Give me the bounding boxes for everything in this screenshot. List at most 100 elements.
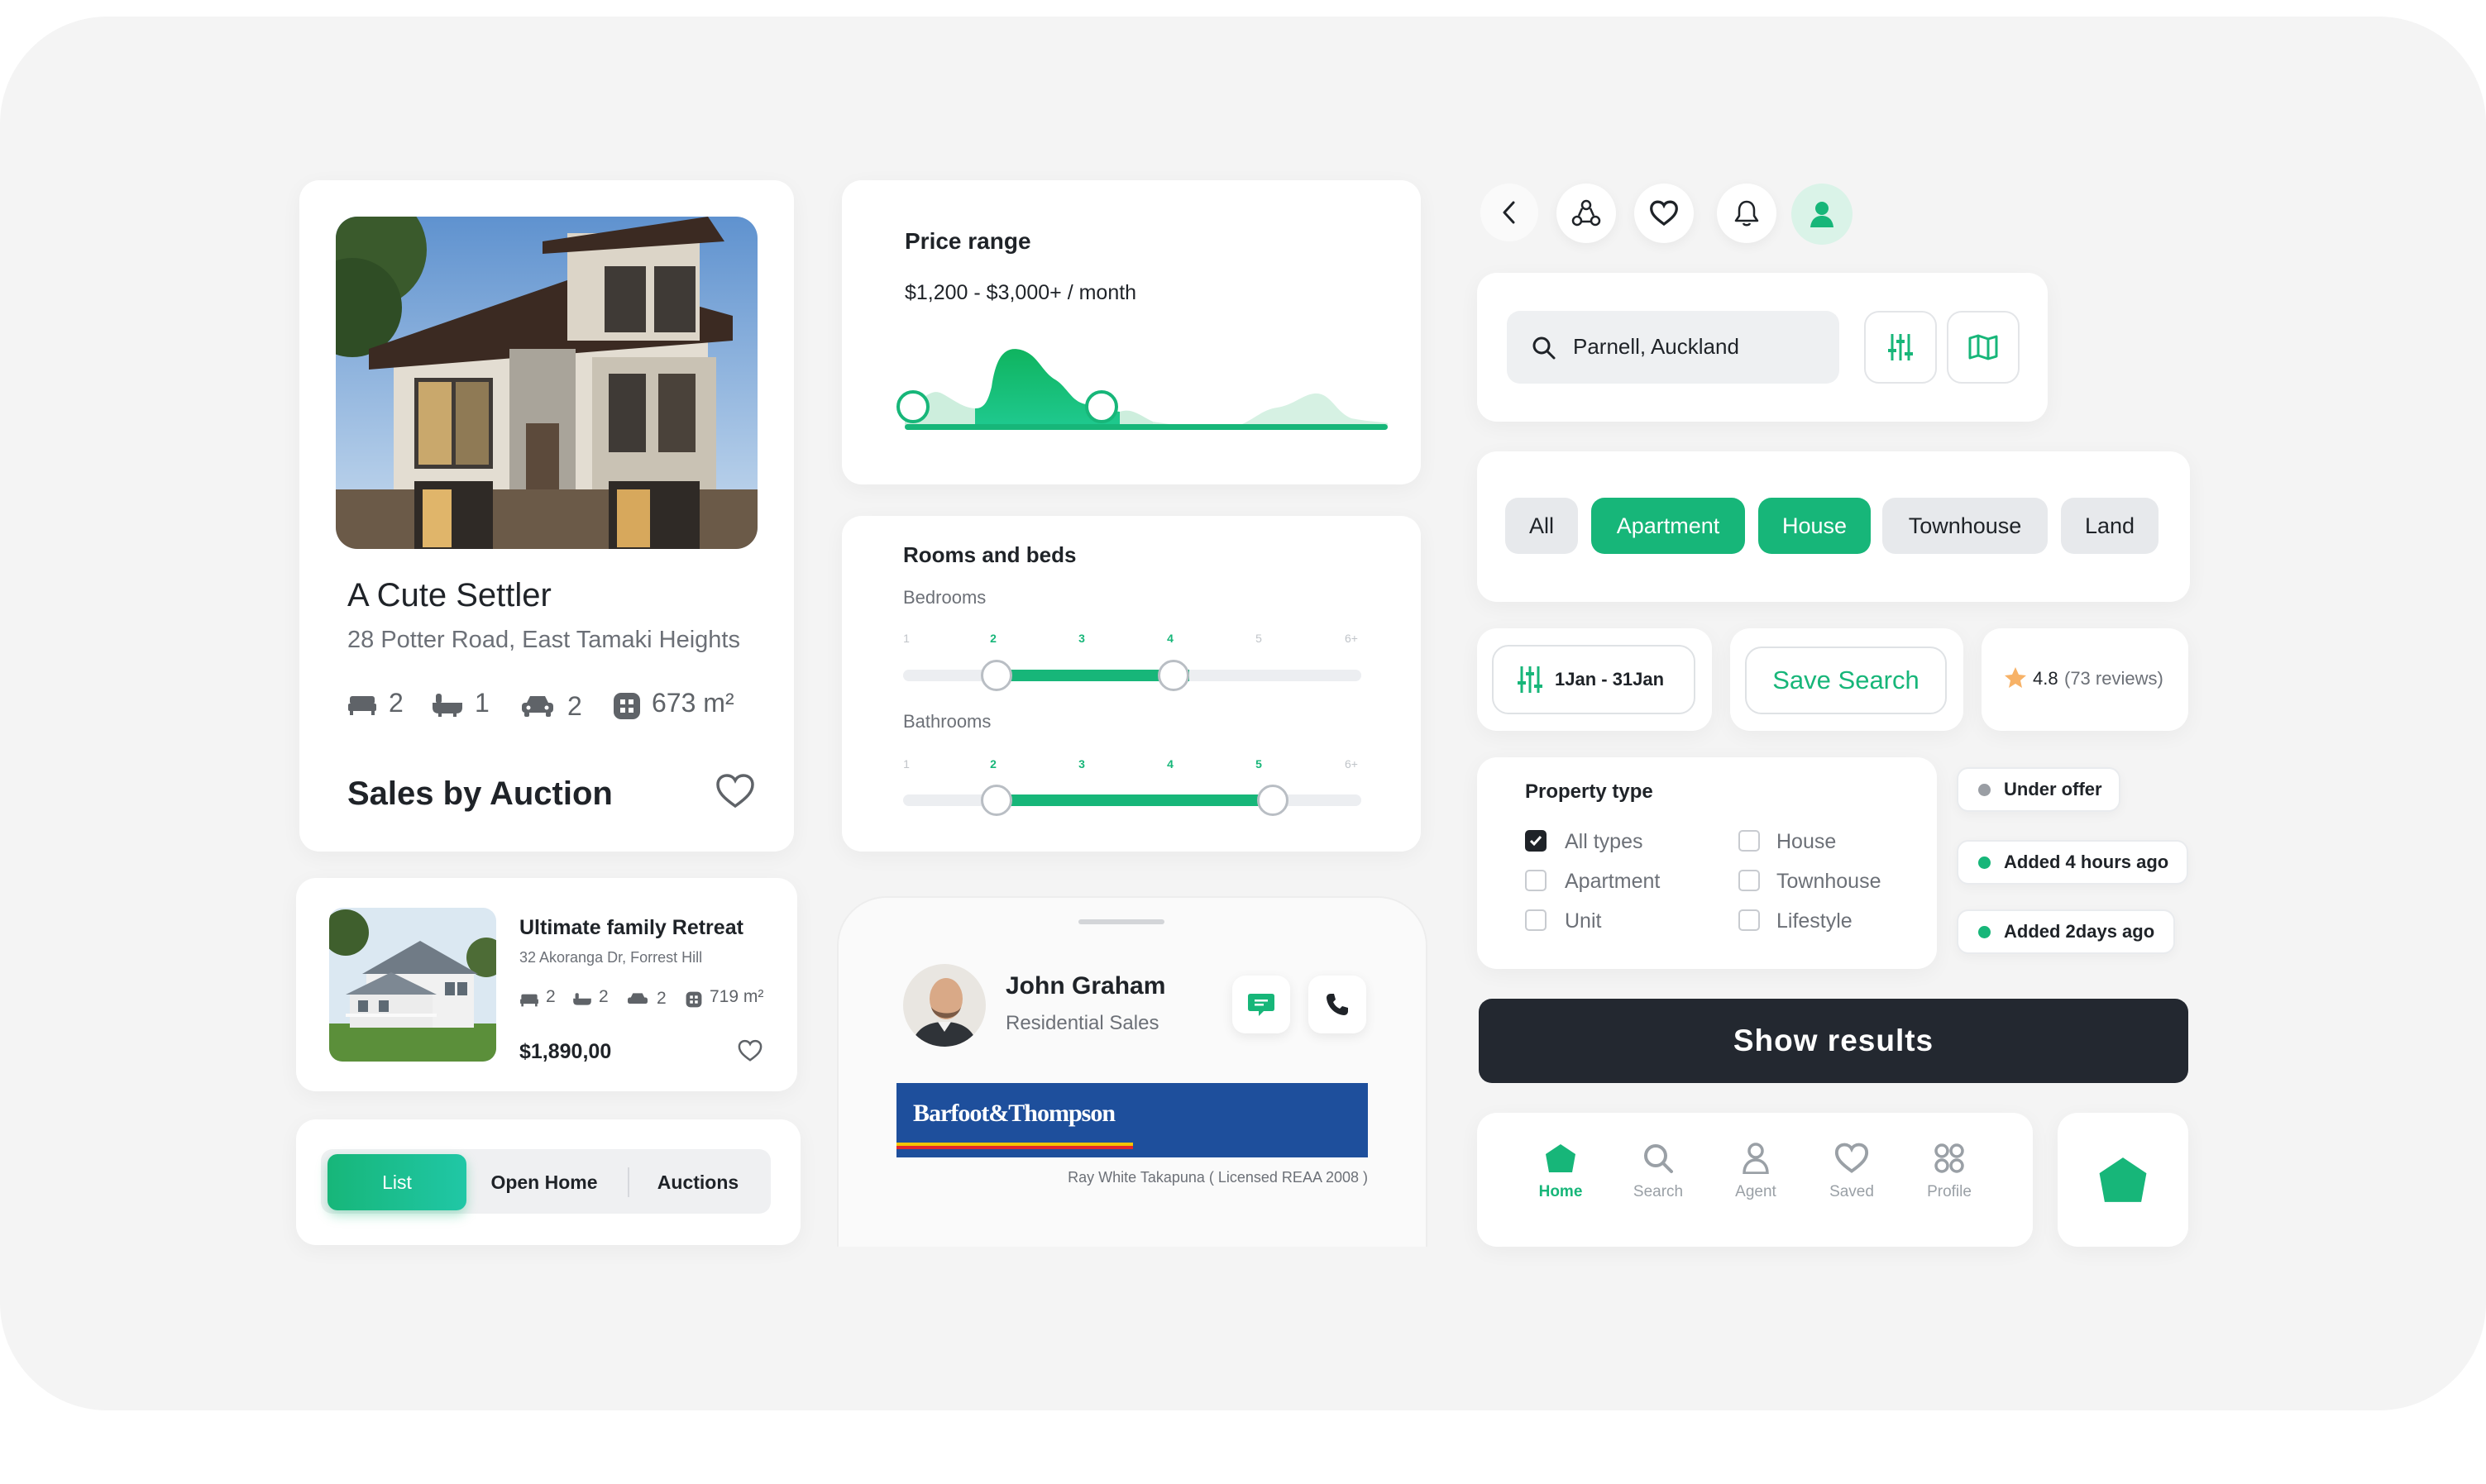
bed-count: 2 (389, 688, 404, 718)
nav-search-label: Search (1633, 1183, 1684, 1200)
chip-house[interactable]: House (1758, 498, 1871, 554)
chip-apartment-label: Apartment (1616, 513, 1720, 538)
brand-logo: Barfoot&Thompson (913, 1100, 1116, 1127)
status-label: Under offer (2004, 779, 2102, 799)
search-input[interactable]: Parnell, Auckland (1507, 311, 1839, 384)
tab-list[interactable]: List (327, 1154, 466, 1210)
home-icon (1546, 1144, 1575, 1172)
filters-button[interactable] (1864, 311, 1937, 384)
search-card: Parnell, Auckland (1477, 273, 2048, 422)
back-button[interactable] (1480, 184, 1538, 241)
chip-all-label: All (1528, 513, 1554, 538)
chip-townhouse[interactable]: Townhouse (1882, 498, 2048, 554)
price-min-handle[interactable] (896, 390, 930, 423)
nav-home[interactable]: Home (1523, 1143, 1598, 1201)
sale-method: Sales by Auction (347, 775, 613, 812)
map-view-button[interactable] (1947, 311, 2020, 384)
checkbox-house[interactable] (1738, 830, 1760, 852)
chip-land[interactable]: Land (2061, 498, 2159, 554)
tab-divider (628, 1167, 629, 1197)
checkbox-apartment-label: Apartment (1565, 870, 1661, 893)
nav-home-label: Home (1538, 1183, 1583, 1200)
listing-photo (336, 217, 758, 549)
tab-auctions[interactable]: Auctions (630, 1154, 766, 1210)
property-type-card: Property type All types House Apartment … (1477, 757, 1937, 969)
listing-small-address: 32 Akoranga Dr, Forrest Hill (519, 949, 703, 966)
status-dot (1978, 925, 1991, 938)
nav-agent[interactable]: Agent (1719, 1143, 1793, 1201)
bathrooms-min-handle[interactable] (981, 785, 1012, 816)
bedrooms-min-handle[interactable] (981, 660, 1012, 691)
checkbox-lifestyle-label: Lifestyle (1776, 909, 1853, 933)
rating-score: 4.8 (2033, 668, 2058, 689)
bathrooms-selected-range (997, 794, 1275, 806)
tab-auctions-label: Auctions (657, 1171, 739, 1193)
listing-card-small[interactable]: Ultimate family Retreat 32 Akoranga Dr, … (296, 878, 797, 1091)
checkbox-townhouse[interactable] (1738, 870, 1760, 891)
profile-button[interactable] (1791, 184, 1853, 245)
area-value: 719 m² (710, 987, 764, 1006)
chip-all[interactable]: All (1505, 498, 1578, 554)
bed-icon (519, 990, 539, 1009)
message-button[interactable] (1232, 976, 1290, 1033)
listing-title: A Cute Settler (347, 577, 552, 613)
checkbox-lifestyle[interactable] (1738, 909, 1760, 931)
save-search-card: Save Search (1730, 628, 1963, 731)
notifications-button[interactable] (1717, 184, 1776, 243)
bathroom-tick: 5 (1255, 757, 1262, 771)
bathroom-tick: 4 (1167, 757, 1174, 771)
favorite-button[interactable] (1634, 184, 1694, 243)
listing-small-title: Ultimate family Retreat (519, 916, 743, 939)
bedroom-tick: 3 (1078, 632, 1085, 645)
tab-list-label: List (382, 1171, 412, 1193)
bedrooms-label: Bedrooms (903, 587, 987, 608)
agency-license: Ray White Takapuna ( Licensed REAA 2008 … (1068, 1169, 1368, 1186)
date-filter-button[interactable]: 1Jan - 31Jan (1492, 645, 1695, 714)
nav-profile[interactable]: Profile (1912, 1143, 1986, 1201)
call-button[interactable] (1308, 976, 1366, 1033)
type-chips-card: All Apartment House Townhouse Land (1477, 451, 2190, 602)
share-icon (1571, 199, 1601, 227)
listing-card[interactable]: A Cute Settler 28 Potter Road, East Tama… (299, 180, 794, 852)
checkbox-unit[interactable] (1525, 909, 1547, 931)
checkbox-all-types[interactable] (1525, 830, 1547, 852)
chat-icon (1248, 994, 1274, 1016)
bedrooms-max-handle[interactable] (1158, 660, 1189, 691)
user-icon (1810, 202, 1833, 227)
chip-apartment[interactable]: Apartment (1591, 498, 1745, 554)
profile-grid-icon (1934, 1143, 1964, 1173)
chip-townhouse-label: Townhouse (1908, 513, 2022, 538)
bathroom-tick: 3 (1078, 757, 1085, 771)
favorite-heart-icon[interactable] (736, 1037, 764, 1065)
bedroom-tick: 4 (1167, 632, 1174, 645)
checkmark-icon (1529, 836, 1542, 847)
tab-open-home[interactable]: Open Home (470, 1154, 619, 1210)
bedroom-tick: 6+ (1345, 632, 1358, 645)
save-search-button[interactable]: Save Search (1745, 647, 1947, 714)
listing-small-price: $1,890,00 (519, 1040, 612, 1063)
favorite-heart-icon[interactable] (713, 769, 758, 814)
rooms-beds-card: Rooms and beds Bedrooms 1 2 3 4 5 6+ Bat… (842, 516, 1421, 852)
nav-saved[interactable]: Saved (1814, 1143, 1889, 1201)
bathrooms-label: Bathrooms (903, 711, 992, 732)
status-dot (1978, 856, 1991, 869)
agent-sheet: John Graham Residential Sales Barfoot&Th… (837, 896, 1427, 1247)
avatar (903, 964, 986, 1047)
bathrooms-max-handle[interactable] (1257, 785, 1288, 816)
home-fab[interactable] (2058, 1113, 2188, 1247)
checkbox-apartment[interactable] (1525, 870, 1547, 891)
nav-search[interactable]: Search (1621, 1143, 1695, 1201)
bedrooms-ticks: 1 2 3 4 5 6+ (842, 632, 1421, 648)
bath-icon (432, 690, 463, 719)
share-button[interactable] (1556, 184, 1616, 243)
tab-open-home-label: Open Home (490, 1171, 598, 1193)
price-max-handle[interactable] (1085, 390, 1118, 423)
rooms-title: Rooms and beds (903, 542, 1077, 567)
status-badge: Added 2days ago (1957, 909, 2175, 954)
area-icon (612, 691, 642, 721)
status-badge: Under offer (1957, 767, 2120, 812)
area-value: 673 m² (652, 688, 734, 718)
bathroom-tick: 2 (990, 757, 997, 771)
show-results-button[interactable]: Show results (1479, 999, 2188, 1083)
brand-banner: Barfoot&Thompson (896, 1083, 1368, 1157)
